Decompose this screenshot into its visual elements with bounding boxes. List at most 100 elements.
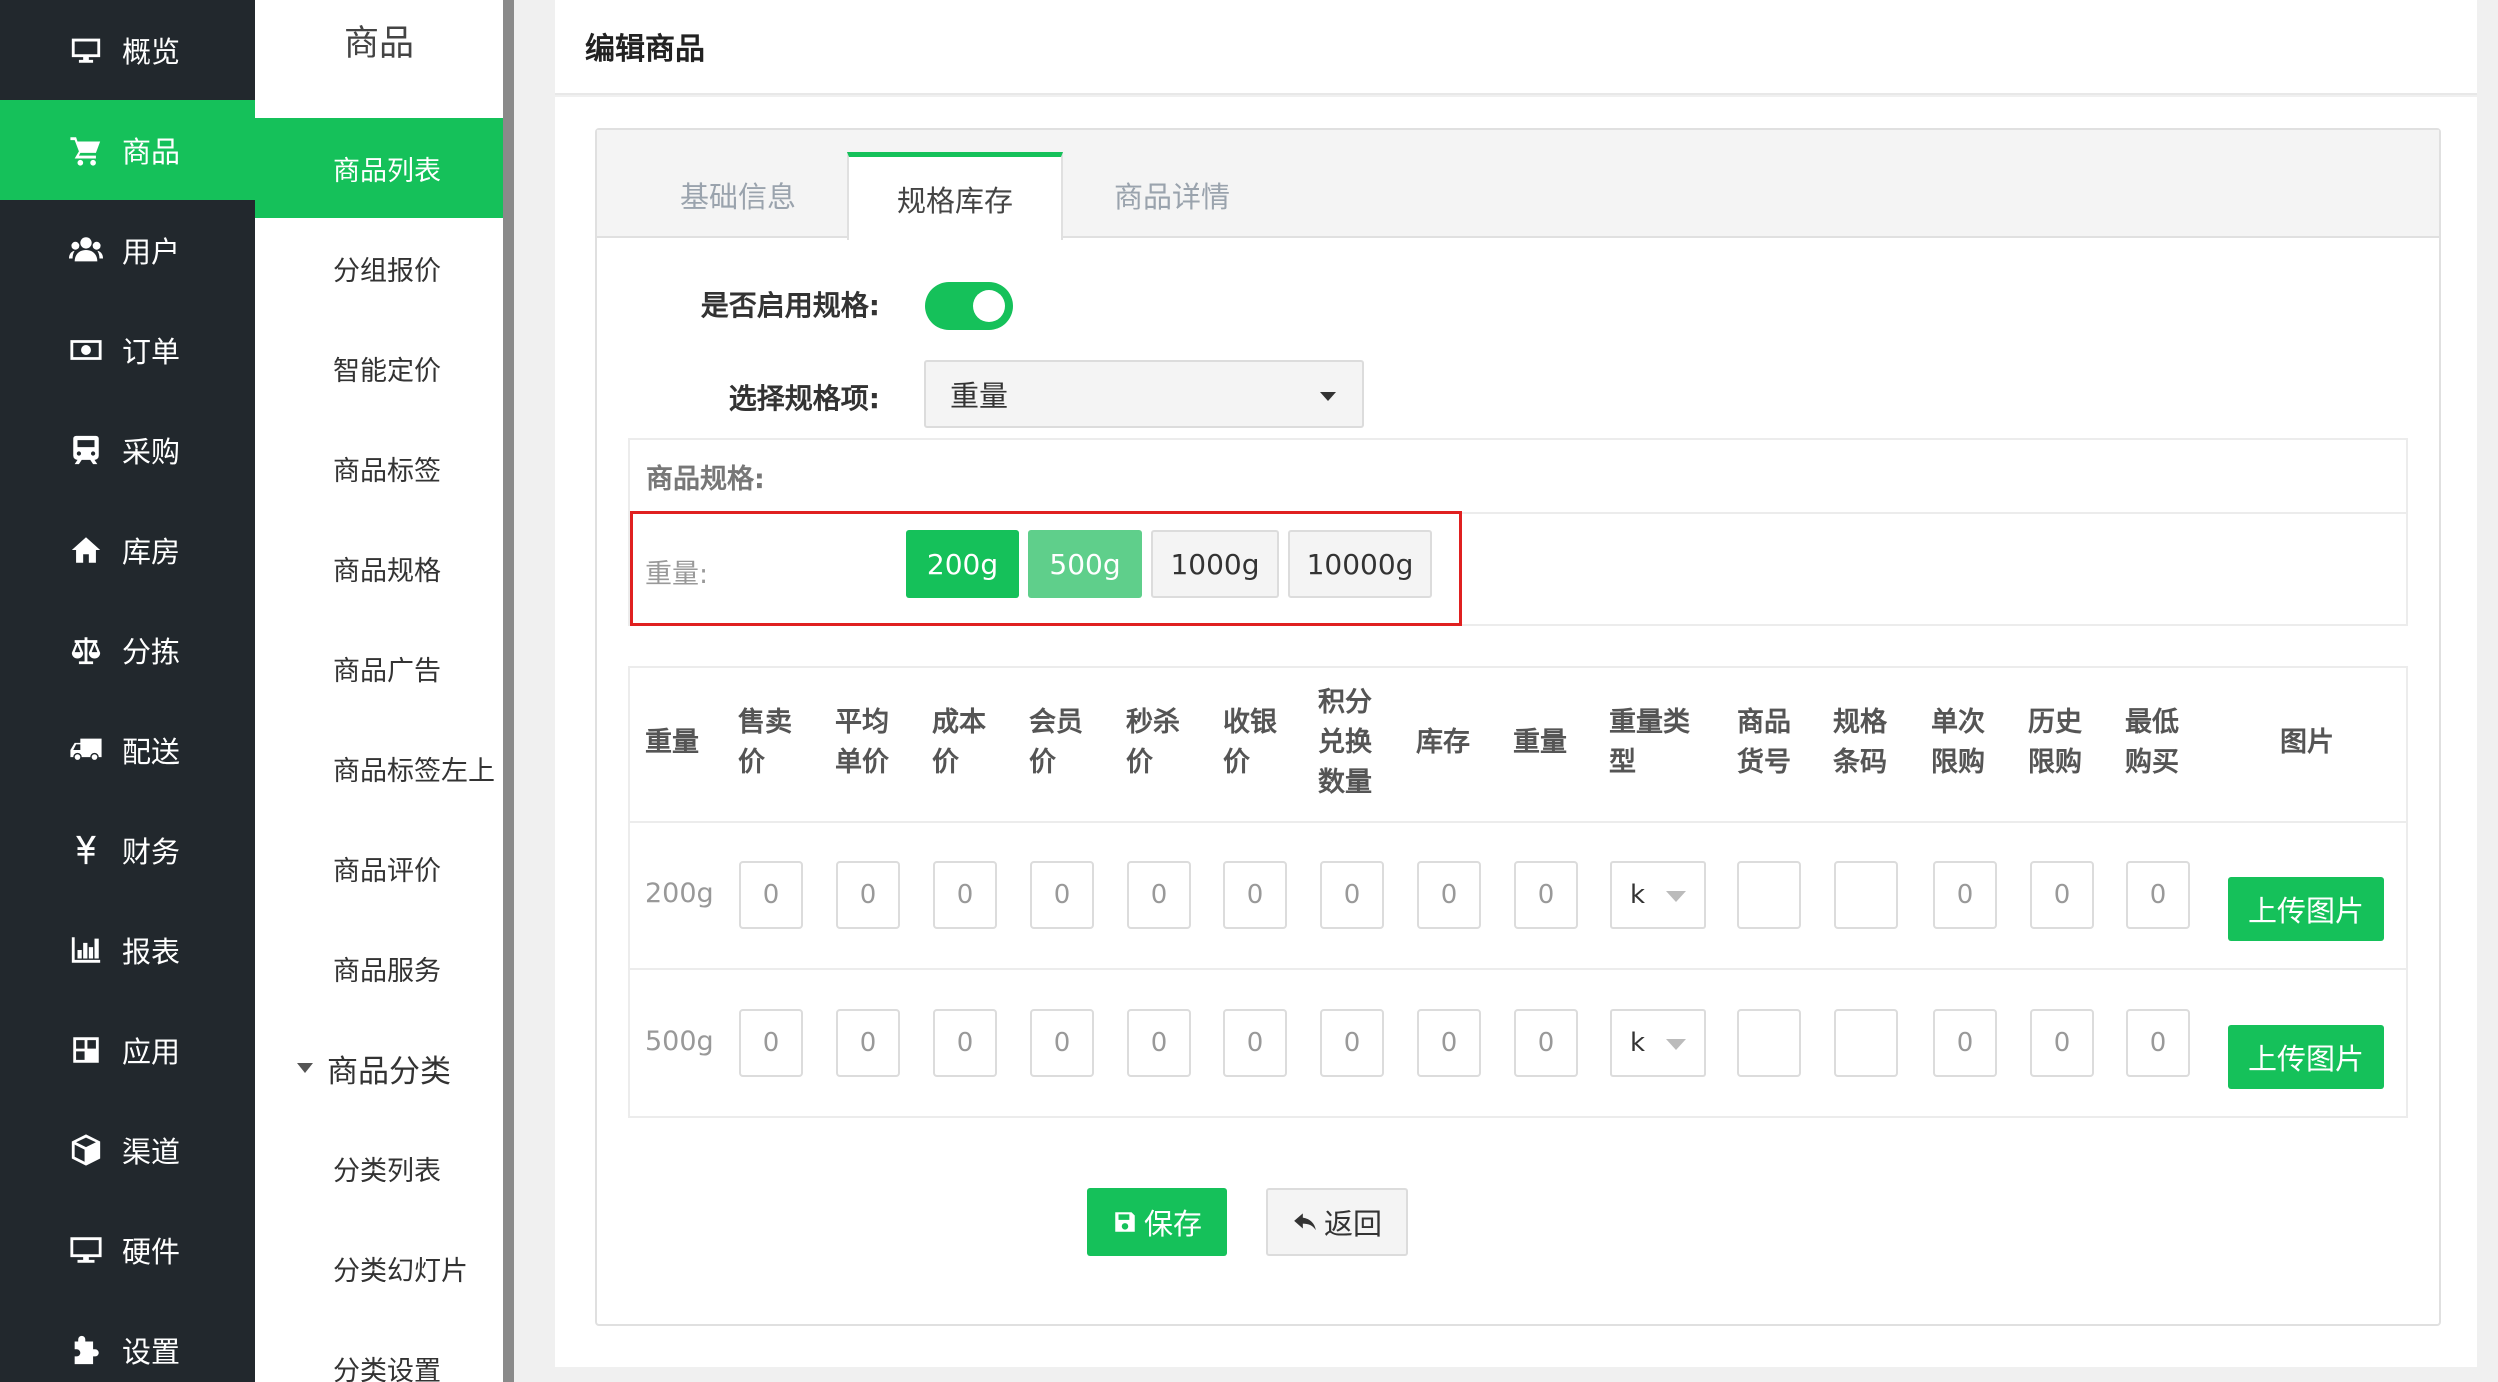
th-cashier-price: 收银价 [1223, 703, 1277, 783]
nav-item-warehouse[interactable]: 库房 [0, 500, 255, 600]
nav-item-orders[interactable]: 订单 [0, 300, 255, 400]
sku-input-goods-code[interactable] [1737, 861, 1801, 929]
sku-weight-type-select[interactable]: k [1610, 1009, 1706, 1077]
sub-sidebar-scrollbar[interactable] [503, 0, 514, 1382]
sku-input-flash-price[interactable]: 0 [1127, 861, 1191, 929]
nav-item-overview[interactable]: 概览 [0, 0, 255, 100]
nav-item-apps[interactable]: 应用 [0, 1000, 255, 1100]
spec-option-1000g[interactable]: 1000g [1151, 530, 1279, 598]
tab-goods-detail[interactable]: 商品详情 [1063, 152, 1281, 238]
sub-item-goods-ads[interactable]: 商品广告 [255, 618, 503, 718]
nav-item-channels[interactable]: 渠道 [0, 1100, 255, 1200]
enable-spec-toggle[interactable] [925, 282, 1013, 330]
sku-input-spec-barcode[interactable] [1834, 1009, 1898, 1077]
sku-input-history-limit[interactable]: 0 [2030, 1009, 2094, 1077]
nav-item-settings[interactable]: 设置 [0, 1300, 255, 1382]
sku-input-stock[interactable]: 0 [1417, 1009, 1481, 1077]
spec-select[interactable]: 重量 [924, 360, 1364, 428]
sku-input-min-buy[interactable]: 0 [2126, 861, 2190, 929]
nav-item-reports[interactable]: 报表 [0, 900, 255, 1000]
sub-item-category-list[interactable]: 分类列表 [255, 1118, 503, 1218]
sku-input-member-price[interactable]: 0 [1030, 1009, 1094, 1077]
tab-spec-stock[interactable]: 规格库存 [847, 152, 1063, 240]
money-icon [68, 332, 104, 368]
upload-image-button[interactable]: 上传图片 [2228, 877, 2384, 941]
sub-item-tag-top-left[interactable]: 商品标签左上 [255, 718, 503, 818]
nav-label: 用户 [122, 235, 181, 269]
sku-input-single-limit[interactable]: 0 [1933, 861, 1997, 929]
balance-scale-icon [68, 632, 104, 668]
bar-chart-icon [68, 932, 104, 968]
nav-item-sorting[interactable]: 分拣 [0, 600, 255, 700]
sub-item-goods-tags[interactable]: 商品标签 [255, 418, 503, 518]
sku-input-avg-price[interactable]: 0 [836, 861, 900, 929]
sub-item-group-price[interactable]: 分组报价 [255, 218, 503, 318]
th-line: 秒杀 [1126, 707, 1180, 738]
floppy-disk-icon [1112, 1209, 1138, 1235]
sku-input-single-limit[interactable]: 0 [1933, 1009, 1997, 1077]
sub-item-goods-reviews[interactable]: 商品评价 [255, 818, 503, 918]
sub-item-goods-spec[interactable]: 商品规格 [255, 518, 503, 618]
sku-input-cost-price[interactable]: 0 [933, 1009, 997, 1077]
sku-input-member-price[interactable]: 0 [1030, 861, 1094, 929]
cart-icon [68, 132, 104, 168]
spec-row-label: 重量: [645, 559, 709, 590]
th-line: 价 [738, 747, 765, 778]
th-line: 最低 [2125, 707, 2179, 738]
sku-input-cashier-price[interactable]: 0 [1223, 861, 1287, 929]
sku-input-stock[interactable]: 0 [1417, 861, 1481, 929]
sku-input-weight-2[interactable]: 0 [1514, 861, 1578, 929]
upload-image-button[interactable]: 上传图片 [2228, 1025, 2384, 1089]
sku-input-weight-2[interactable]: 0 [1514, 1009, 1578, 1077]
sku-input-sale-price[interactable]: 0 [739, 861, 803, 929]
sku-input-goods-code[interactable] [1737, 1009, 1801, 1077]
sub-item-category-settings[interactable]: 分类设置 [255, 1318, 503, 1382]
sub-item-goods-service[interactable]: 商品服务 [255, 918, 503, 1018]
sku-weight-type-select[interactable]: k [1610, 861, 1706, 929]
th-member-price: 会员价 [1029, 703, 1083, 783]
sku-input-sale-price[interactable]: 0 [739, 1009, 803, 1077]
caret-down-icon [1666, 1039, 1686, 1050]
save-button[interactable]: 保存 [1087, 1188, 1227, 1256]
sku-input-cost-price[interactable]: 0 [933, 861, 997, 929]
sku-input-min-buy[interactable]: 0 [2126, 1009, 2190, 1077]
nav-item-users[interactable]: 用户 [0, 200, 255, 300]
back-label: 返回 [1323, 1207, 1382, 1241]
nav-item-goods[interactable]: 商品 [0, 100, 255, 200]
sub-item-smart-pricing[interactable]: 智能定价 [255, 318, 503, 418]
sub-group-category[interactable]: 商品分类 [255, 1018, 503, 1118]
nav-item-finance[interactable]: 财务 [0, 800, 255, 900]
th-line: 重量类 [1609, 707, 1690, 738]
sku-input-flash-price[interactable]: 0 [1127, 1009, 1191, 1077]
nav-label: 分拣 [122, 635, 181, 669]
sku-input-points-qty[interactable]: 0 [1320, 861, 1384, 929]
sku-input-history-limit[interactable]: 0 [2030, 861, 2094, 929]
spec-option-200g[interactable]: 200g [906, 530, 1019, 598]
nav-item-delivery[interactable]: 配送 [0, 700, 255, 800]
sku-input-avg-price[interactable]: 0 [836, 1009, 900, 1077]
th-min-buy: 最低 购买 [2125, 703, 2179, 783]
th-line: 单价 [835, 747, 889, 778]
back-button[interactable]: 返回 [1266, 1188, 1408, 1256]
nav-item-purchase[interactable]: 采购 [0, 400, 255, 500]
sub-item-goods-list[interactable]: 商品列表 [255, 118, 503, 218]
sub-item-category-slides[interactable]: 分类幻灯片 [255, 1218, 503, 1318]
th-line: 售卖 [738, 707, 792, 738]
spec-option-10000g[interactable]: 10000g [1288, 530, 1432, 598]
apps-icon [68, 1032, 104, 1068]
spec-option-500g[interactable]: 500g [1028, 530, 1142, 598]
sku-input-points-qty[interactable]: 0 [1320, 1009, 1384, 1077]
th-line: 历史 [2028, 707, 2082, 738]
sku-input-spec-barcode[interactable] [1834, 861, 1898, 929]
save-label: 保存 [1143, 1207, 1202, 1241]
train-icon [68, 432, 104, 468]
th-line: 库存 [1416, 727, 1470, 758]
sub-sidebar: 商品 商品列表 分组报价 智能定价 商品标签 商品规格 商品广告 商品标签左上 … [255, 0, 503, 1382]
th-line: 图片 [2280, 727, 2334, 758]
nav-item-hardware[interactable]: 硬件 [0, 1200, 255, 1300]
tab-basic-info[interactable]: 基础信息 [629, 152, 847, 238]
th-weight-2: 重量 [1513, 723, 1567, 763]
sku-input-cashier-price[interactable]: 0 [1223, 1009, 1287, 1077]
toggle-knob [973, 290, 1005, 322]
select-spec-label: 选择规格项: [728, 382, 880, 415]
